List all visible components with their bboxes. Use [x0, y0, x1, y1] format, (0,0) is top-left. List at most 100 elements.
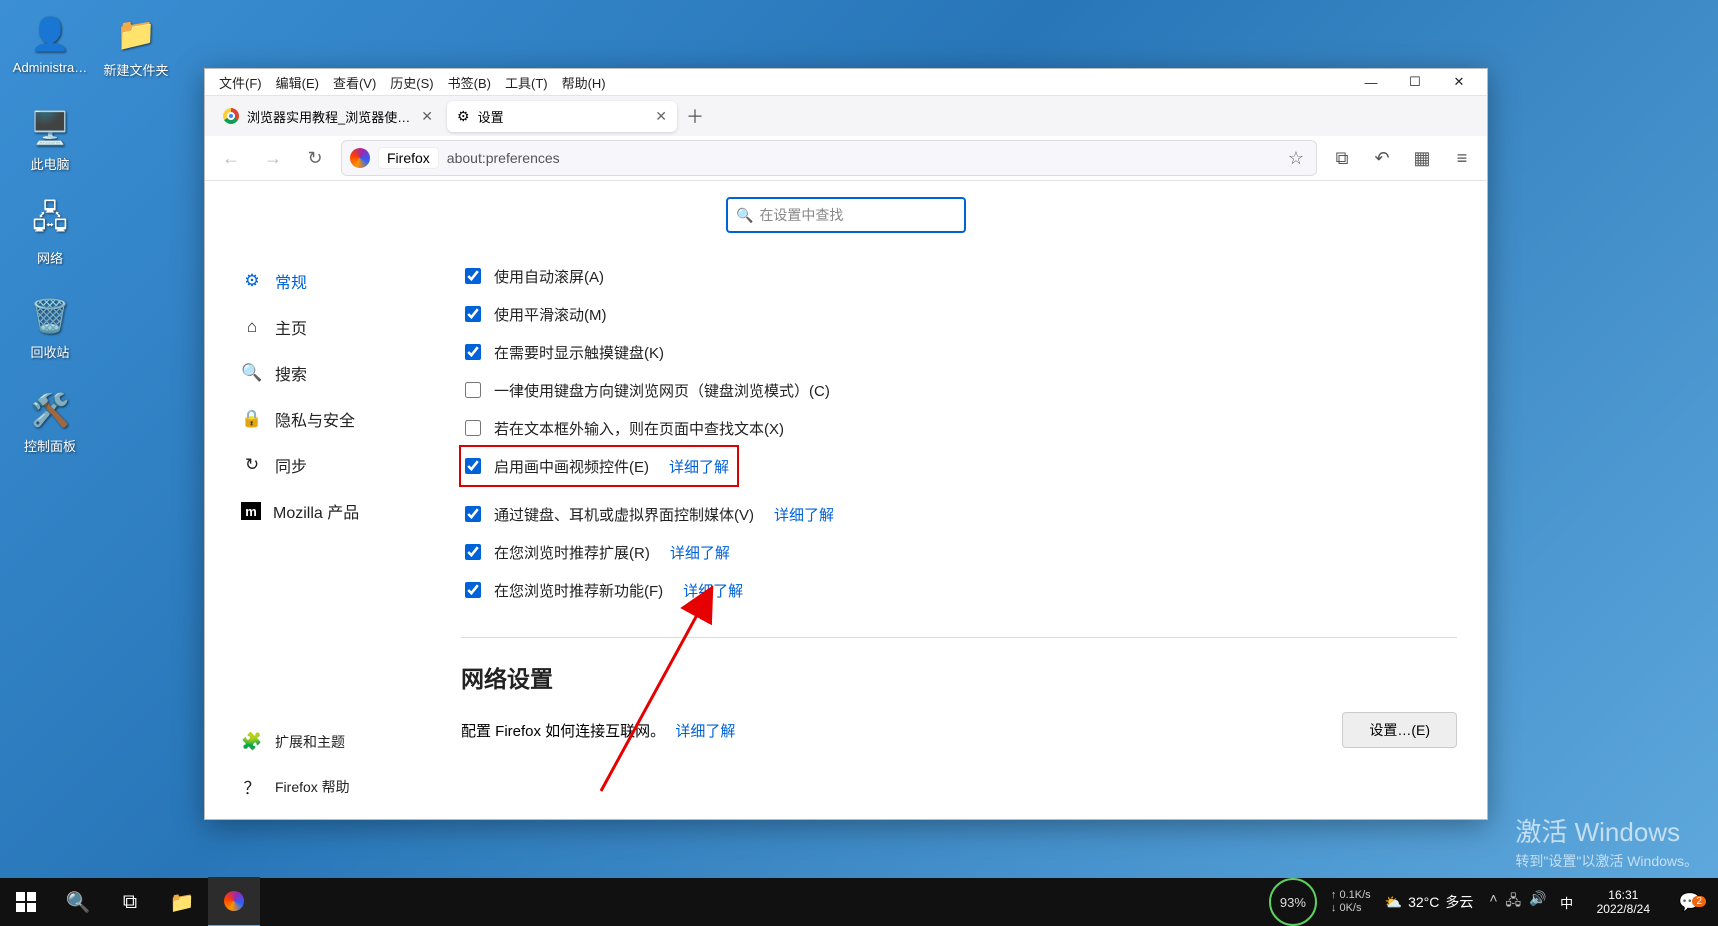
checkbox-recommend-ext[interactable]: [465, 544, 481, 560]
checkbox-recommend-feat[interactable]: [465, 582, 481, 598]
close-tab-icon[interactable]: ✕: [655, 108, 667, 125]
menu-help[interactable]: 帮助(H): [556, 71, 612, 94]
puzzle-icon: 🧩: [241, 732, 263, 752]
gear-icon: ⚙: [241, 271, 263, 291]
gear-icon: ⚙: [457, 108, 470, 125]
sidebar-item-privacy[interactable]: 🔒 隐私与安全: [231, 399, 441, 439]
sidebar-item-sync[interactable]: ↻ 同步: [231, 445, 441, 485]
minimize-button[interactable]: —: [1351, 70, 1391, 94]
option-label: 一律使用键盘方向键浏览网页（键盘浏览模式）(C): [494, 380, 830, 401]
window-controls: — ☐ ✕: [1351, 70, 1479, 94]
speaker-icon[interactable]: 🔊: [1529, 890, 1546, 914]
taskbar-explorer[interactable]: 📁: [156, 878, 208, 926]
settings-search-input[interactable]: 🔍 在设置中查找: [726, 197, 966, 233]
ime-indicator[interactable]: 中: [1555, 890, 1579, 914]
checkbox-pip[interactable]: [465, 458, 481, 474]
learn-more-link[interactable]: 详细了解: [675, 723, 735, 740]
menu-file[interactable]: 文件(F): [213, 71, 268, 94]
controlpanel-icon: 🛠️: [28, 388, 72, 432]
option-label: 启用画中画视频控件(E): [494, 456, 649, 477]
desktop-icon-admin[interactable]: 👤 Administra…: [10, 12, 90, 98]
tab-settings[interactable]: ⚙ 设置 ✕: [447, 101, 677, 132]
desktop-icon-thispc[interactable]: 🖥️ 此电脑: [10, 106, 90, 192]
option-searchontype: 若在文本框外输入，则在页面中查找文本(X): [461, 417, 1457, 439]
option-caretbrowsing: 一律使用键盘方向键浏览网页（键盘浏览模式）(C): [461, 379, 1457, 401]
option-mediacontrol: 通过键盘、耳机或虚拟界面控制媒体(V) 详细了解: [461, 503, 1457, 525]
learn-more-link[interactable]: 详细了解: [683, 580, 743, 601]
checkbox-searchontype[interactable]: [465, 420, 481, 436]
taskview-button[interactable]: ⧉: [104, 878, 156, 926]
desktop-icon-network[interactable]: 🖧 网络: [10, 200, 90, 286]
learn-more-link[interactable]: 详细了解: [670, 542, 730, 563]
folder-icon: 📁: [114, 12, 158, 56]
new-tab-button[interactable]: ＋: [681, 102, 709, 130]
settings-main: 使用自动滚屏(A) 使用平滑滚动(M) 在需要时显示触摸键盘(K) 一律使用键盘…: [441, 241, 1487, 819]
activation-watermark: 激活 Windows 转到"设置"以激活 Windows。: [1515, 812, 1698, 871]
option-recommend-feat: 在您浏览时推荐新功能(F) 详细了解: [461, 579, 1457, 601]
option-recommend-ext: 在您浏览时推荐扩展(R) 详细了解: [461, 541, 1457, 563]
checkbox-touchkeyboard[interactable]: [465, 344, 481, 360]
checkbox-caretbrowsing[interactable]: [465, 382, 481, 398]
action-center-icon[interactable]: 💬2: [1668, 892, 1712, 913]
tab-browser-tutorial[interactable]: 浏览器实用教程_浏览器使用方法 ✕: [213, 101, 443, 132]
close-button[interactable]: ✕: [1439, 70, 1479, 94]
option-label: 使用平滑滚动(M): [494, 304, 607, 325]
app-menu-icon[interactable]: ≡: [1447, 143, 1477, 173]
desktop-icon-recycle[interactable]: 🗑️ 回收站: [10, 294, 90, 380]
taskbar-search-button[interactable]: 🔍: [52, 878, 104, 926]
menu-bookmarks[interactable]: 书签(B): [442, 71, 497, 94]
learn-more-link[interactable]: 详细了解: [774, 504, 834, 525]
url-bar[interactable]: Firefox about:preferences ☆: [341, 140, 1317, 176]
menu-edit[interactable]: 编辑(E): [270, 71, 325, 94]
sidebar-item-mozilla[interactable]: m Mozilla 产品: [231, 491, 441, 531]
sidebar-item-general[interactable]: ⚙ 常规: [231, 261, 441, 301]
network-settings-button[interactable]: 设置…(E): [1342, 712, 1457, 748]
screenshot-icon[interactable]: ⧉: [1327, 143, 1357, 173]
sidebar-item-label: 主页: [275, 315, 307, 339]
option-smoothscroll: 使用平滑滚动(M): [461, 303, 1457, 325]
watermark-subtitle: 转到"设置"以激活 Windows。: [1515, 851, 1698, 871]
desktop-icons-col2: 📁 新建文件夹: [96, 8, 176, 106]
forward-button[interactable]: →: [257, 142, 289, 174]
urlbar-address: about:preferences: [447, 150, 1276, 166]
desktop-icon-newfolder[interactable]: 📁 新建文件夹: [96, 12, 176, 98]
taskbar-firefox[interactable]: [208, 877, 260, 926]
reload-button[interactable]: ↻: [299, 142, 331, 174]
question-icon: ？: [241, 774, 263, 799]
start-button[interactable]: [0, 878, 52, 926]
taskbar-clock[interactable]: 16:31 2022/8/24: [1587, 888, 1660, 916]
tiles-icon[interactable]: ▦: [1407, 143, 1437, 173]
learn-more-link[interactable]: 详细了解: [669, 456, 729, 477]
weather-widget[interactable]: ⛅ 32°C 多云: [1385, 892, 1474, 912]
menu-view[interactable]: 查看(V): [327, 71, 382, 94]
checkbox-smoothscroll[interactable]: [465, 306, 481, 322]
network-tray-icon[interactable]: 🖧: [1506, 890, 1522, 914]
undo-icon[interactable]: ↶: [1367, 143, 1397, 173]
sidebar-item-home[interactable]: ⌂ 主页: [231, 307, 441, 347]
tray-icons: ˄ 🖧 🔊: [1489, 890, 1546, 914]
nav-toolbar: ← → ↻ Firefox about:preferences ☆ ⧉ ↶ ▦ …: [205, 136, 1487, 181]
maximize-button[interactable]: ☐: [1395, 70, 1435, 94]
sidebar-item-extensions[interactable]: 🧩 扩展和主题: [231, 724, 441, 760]
clock-time: 16:31: [1597, 888, 1650, 902]
desktop-icon-label: 此电脑: [10, 154, 90, 173]
sidebar-item-help[interactable]: ？ Firefox 帮助: [231, 766, 441, 807]
battery-indicator[interactable]: 93%: [1269, 878, 1317, 926]
desktop-icon-controlpanel[interactable]: 🛠️ 控制面板: [10, 388, 90, 474]
section-divider: [461, 637, 1457, 638]
checkbox-mediacontrol[interactable]: [465, 506, 481, 522]
option-autoscroll: 使用自动滚屏(A): [461, 265, 1457, 287]
recycle-icon: 🗑️: [28, 294, 72, 338]
network-desc: 配置 Firefox 如何连接互联网。: [461, 723, 665, 740]
back-button[interactable]: ←: [215, 142, 247, 174]
search-icon: 🔍: [241, 363, 263, 383]
menu-history[interactable]: 历史(S): [384, 71, 439, 94]
checkbox-autoscroll[interactable]: [465, 268, 481, 284]
close-tab-icon[interactable]: ✕: [421, 108, 433, 125]
chevron-up-icon[interactable]: ˄: [1489, 890, 1497, 914]
bookmark-star-icon[interactable]: ☆: [1284, 148, 1308, 169]
chrome-icon: [223, 108, 239, 124]
menu-tools[interactable]: 工具(T): [499, 71, 554, 94]
sidebar-item-search[interactable]: 🔍 搜索: [231, 353, 441, 393]
firefox-window: 文件(F) 编辑(E) 查看(V) 历史(S) 书签(B) 工具(T) 帮助(H…: [204, 68, 1488, 820]
